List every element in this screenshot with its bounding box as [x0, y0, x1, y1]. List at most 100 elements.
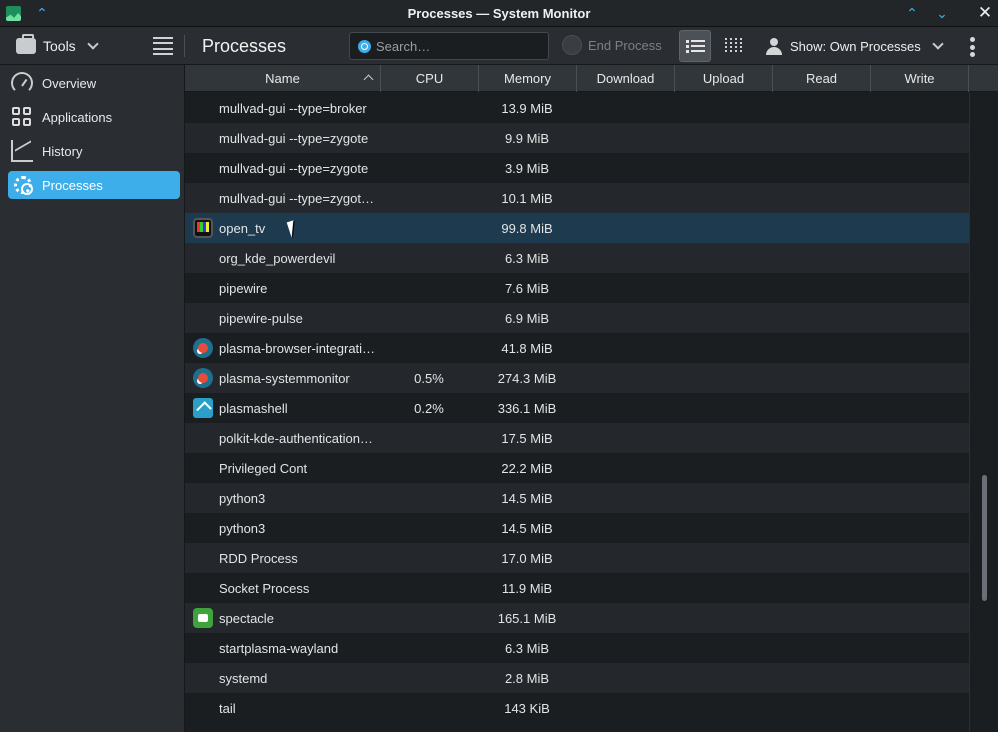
maximize-icon[interactable]: ⌃ — [931, 2, 953, 24]
process-name: python3 — [219, 521, 266, 536]
table-row[interactable]: mullvad-gui --type=zygote 3.9 MiB — [185, 153, 969, 183]
table-row[interactable]: Socket Process 11.9 MiB — [185, 573, 969, 603]
tools-menu-button[interactable]: Tools — [12, 33, 101, 59]
column-header-cpu[interactable]: CPU — [381, 65, 479, 92]
process-name: tail — [219, 701, 236, 716]
plasma-icon — [193, 338, 213, 358]
overflow-menu-icon[interactable] — [969, 37, 975, 57]
search-icon — [358, 40, 371, 53]
process-name: mullvad-gui --type=zygote — [219, 161, 369, 176]
process-memory: 274.3 MiB — [497, 371, 557, 386]
tools-label: Tools — [43, 38, 76, 54]
sidebar: Overview Applications History Processes — [0, 65, 185, 732]
minimize-icon[interactable]: ⌃ — [901, 2, 923, 24]
process-memory: 14.5 MiB — [501, 491, 553, 506]
table-row[interactable]: RDD Process 17.0 MiB — [185, 543, 969, 573]
table-row[interactable]: plasma-browser-integrati… 41.8 MiB — [185, 333, 969, 363]
gauge-icon — [11, 72, 33, 94]
process-memory: 9.9 MiB — [504, 131, 550, 146]
process-memory: 99.8 MiB — [501, 221, 553, 236]
window-title: Processes — System Monitor — [407, 6, 591, 21]
process-name: mullvad-gui --type=zygot… — [219, 191, 374, 206]
table-row[interactable]: python3 14.5 MiB — [185, 513, 969, 543]
process-memory: 41.8 MiB — [501, 341, 553, 356]
column-header-name[interactable]: Name — [185, 65, 381, 92]
process-name: systemd — [219, 671, 268, 686]
hamburger-menu-icon[interactable] — [153, 37, 173, 55]
scrollbar-thumb[interactable] — [982, 475, 987, 601]
process-memory: 17.5 MiB — [501, 431, 553, 446]
search-input[interactable] — [376, 37, 541, 55]
process-name: plasmashell — [219, 401, 288, 416]
vertical-scrollbar[interactable] — [969, 93, 998, 732]
process-name: mullvad-gui --type=zygote — [219, 131, 369, 146]
process-memory: 11.9 MiB — [501, 581, 553, 596]
process-memory: 2.8 MiB — [504, 671, 550, 686]
process-memory: 13.9 MiB — [501, 101, 553, 116]
table-row[interactable]: startplasma-wayland 6.3 MiB — [185, 633, 969, 663]
tree-view-button[interactable] — [719, 30, 751, 62]
process-table: Name CPU Memory Download Upload Read Wri… — [185, 65, 998, 732]
history-chart-icon — [11, 140, 33, 162]
sidebar-item-label: Applications — [42, 109, 113, 125]
column-header-memory[interactable]: Memory — [479, 65, 577, 92]
process-memory: 3.9 MiB — [504, 161, 550, 176]
sidebar-item-overview[interactable]: Overview — [8, 69, 180, 97]
table-header: Name CPU Memory Download Upload Read Wri… — [185, 65, 998, 92]
table-row[interactable]: tail 143 KiB — [185, 693, 969, 723]
process-name: polkit-kde-authentication… — [219, 431, 373, 446]
chevron-down-icon — [87, 38, 99, 50]
show-filter-dropdown[interactable]: Show: Own Processes — [765, 33, 944, 59]
process-memory: 17.0 MiB — [501, 551, 553, 566]
chevron-down-icon — [932, 38, 944, 50]
process-memory: 165.1 MiB — [497, 611, 557, 626]
process-name: Socket Process — [219, 581, 310, 596]
plasmashell-icon — [193, 398, 213, 418]
table-row[interactable]: plasmashell 0.2% 336.1 MiB — [185, 393, 969, 423]
end-process-button[interactable]: End Process — [562, 35, 662, 55]
column-header-write[interactable]: Write — [871, 65, 969, 92]
table-row[interactable]: mullvad-gui --type=broker 13.9 MiB — [185, 93, 969, 123]
column-header-upload[interactable]: Upload — [675, 65, 773, 92]
process-name: mullvad-gui --type=broker — [219, 101, 367, 116]
column-header-read[interactable]: Read — [773, 65, 871, 92]
sidebar-item-label: History — [42, 143, 83, 159]
table-row[interactable]: systemd 2.8 MiB — [185, 663, 969, 693]
table-row[interactable]: mullvad-gui --type=zygote 9.9 MiB — [185, 123, 969, 153]
table-row[interactable]: spectacle 165.1 MiB — [185, 603, 969, 633]
process-name: pipewire — [219, 281, 268, 296]
table-row[interactable]: mullvad-gui --type=zygot… 10.1 MiB — [185, 183, 969, 213]
table-row[interactable]: pipewire 7.6 MiB — [185, 273, 969, 303]
page-title: Processes — [202, 36, 287, 56]
end-process-icon — [562, 35, 582, 55]
process-name: RDD Process — [219, 551, 298, 566]
table-row[interactable]: plasma-systemmonitor 0.5% 274.3 MiB — [185, 363, 969, 393]
process-name: startplasma-wayland — [219, 641, 339, 656]
table-row[interactable]: org_kde_powerdevil 6.3 MiB — [185, 243, 969, 273]
sidebar-item-processes[interactable]: Processes — [8, 171, 180, 199]
column-header-download[interactable]: Download — [577, 65, 675, 92]
table-row[interactable]: Privileged Cont 22.2 MiB — [185, 453, 969, 483]
camera-icon — [193, 608, 213, 628]
process-memory: 143 KiB — [504, 701, 550, 716]
process-memory: 10.1 MiB — [501, 191, 553, 206]
sidebar-item-history[interactable]: History — [8, 137, 180, 165]
close-icon[interactable]: ✕ — [974, 2, 996, 24]
sidebar-item-applications[interactable]: Applications — [8, 103, 180, 131]
table-row[interactable]: python3 14.5 MiB — [185, 483, 969, 513]
sidebar-item-label: Overview — [42, 75, 97, 91]
process-name: python3 — [219, 491, 266, 506]
table-row[interactable]: pipewire-pulse 6.9 MiB — [185, 303, 969, 333]
apps-grid-icon — [11, 106, 33, 128]
table-row[interactable]: polkit-kde-authentication… 17.5 MiB — [185, 423, 969, 453]
gear-icon — [14, 176, 33, 195]
process-name: org_kde_powerdevil — [219, 251, 336, 266]
search-box[interactable] — [349, 32, 549, 60]
process-cpu: 0.2% — [414, 401, 444, 416]
table-row[interactable]: open_tv 99.8 MiB — [185, 213, 969, 243]
toolbar-divider — [184, 35, 185, 57]
sort-ascending-icon — [363, 74, 374, 85]
process-memory: 6.3 MiB — [504, 251, 550, 266]
list-view-button[interactable] — [679, 30, 711, 62]
process-memory: 7.6 MiB — [504, 281, 550, 296]
